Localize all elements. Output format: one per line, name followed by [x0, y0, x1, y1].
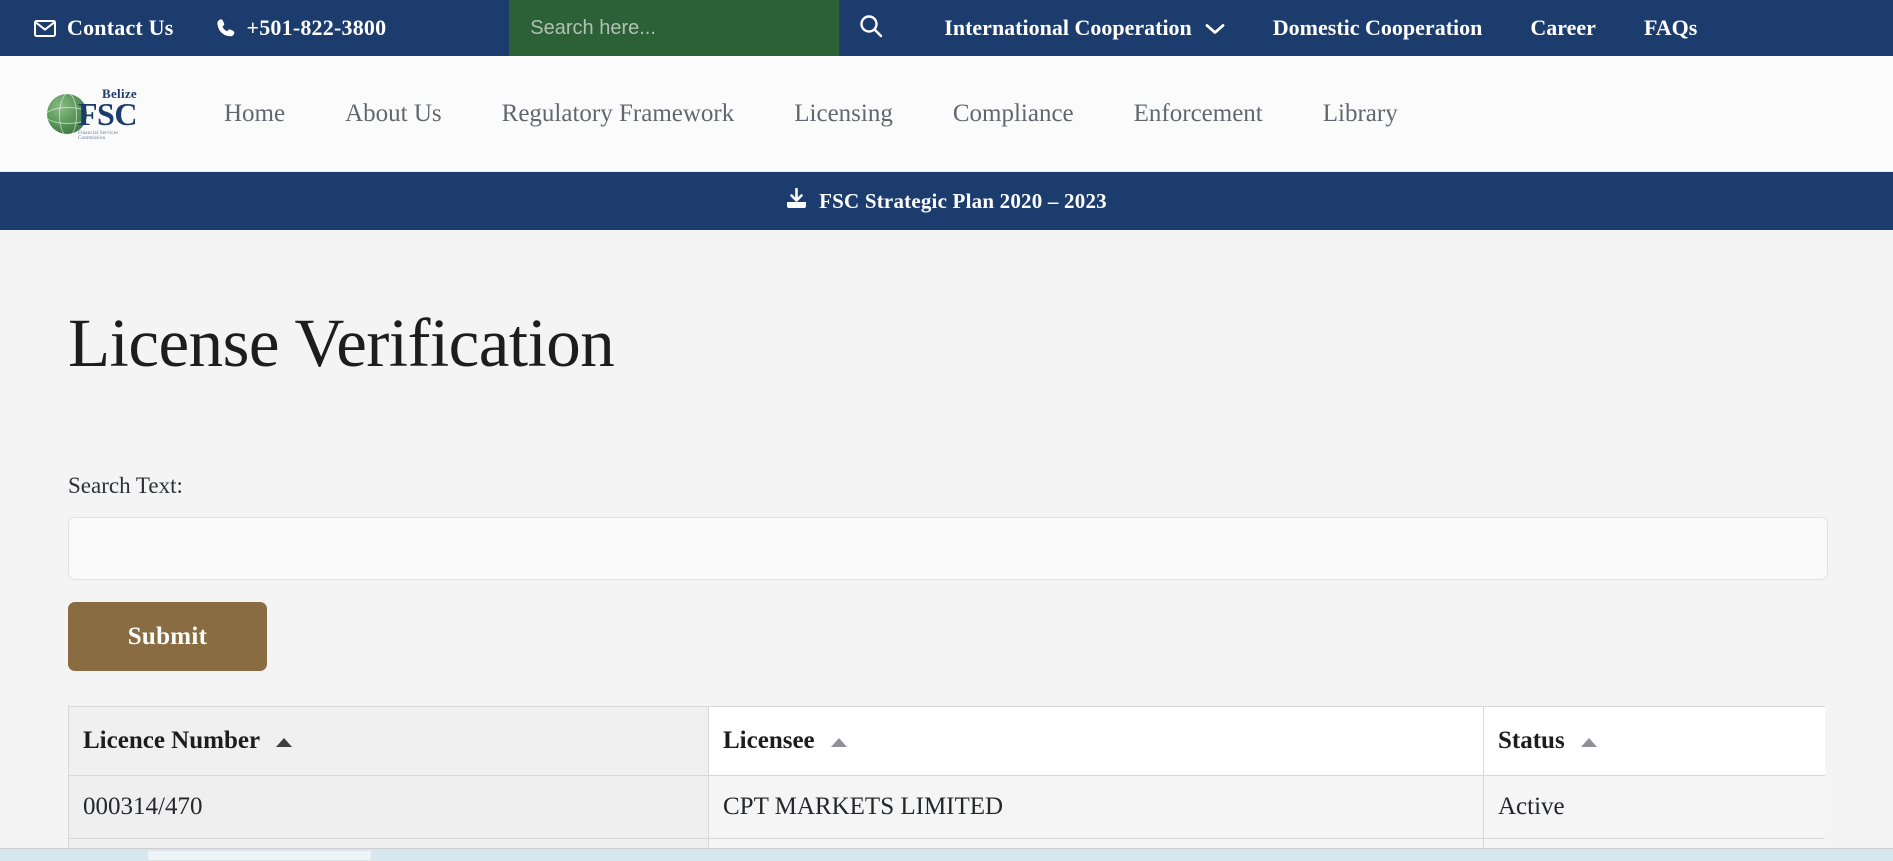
nav-item-compliance[interactable]: Compliance	[923, 100, 1104, 128]
submit-button[interactable]: Submit	[68, 602, 267, 671]
envelope-icon	[34, 19, 56, 37]
logo-tagline: Financial Services Commission	[78, 130, 119, 141]
phone-link[interactable]: +501-822-3800	[216, 15, 387, 41]
column-header-licence-number[interactable]: Licence Number	[68, 706, 709, 776]
page-content: License Verification Search Text: Submit…	[0, 230, 1893, 861]
site-search-submit-button[interactable]	[839, 0, 903, 56]
topbar-link-international-cooperation[interactable]: International Cooperation	[920, 15, 1249, 41]
top-utility-bar: Contact Us +501-822-3800 International C…	[0, 0, 1893, 56]
sort-asc-icon[interactable]	[1580, 737, 1597, 747]
contact-us-link[interactable]: Contact Us	[34, 15, 174, 41]
site-search-box[interactable]	[509, 0, 840, 56]
search-text-label: Search Text:	[68, 473, 183, 498]
sort-asc-icon[interactable]	[275, 737, 292, 747]
search-icon	[858, 13, 884, 44]
topbar-link-faqs[interactable]: FAQs	[1620, 15, 1721, 41]
column-header-label: Licensee	[723, 727, 815, 754]
nav-item-regulatory-framework[interactable]: Regulatory Framework	[472, 100, 765, 128]
nav-item-library[interactable]: Library	[1293, 100, 1428, 128]
logo-fsc-text: FSC	[78, 95, 137, 132]
license-results-table: Licence Number Licensee Status 000314/47	[68, 706, 1825, 861]
main-navigation: Home About Us Regulatory Framework Licen…	[194, 100, 1428, 128]
cell-licence-number: 000314/470	[68, 775, 709, 839]
topbar-link-label: FAQs	[1643, 15, 1698, 40]
strategic-plan-banner[interactable]: FSC Strategic Plan 2020 – 2023	[0, 172, 1893, 230]
strategic-plan-label: FSC Strategic Plan 2020 – 2023	[819, 188, 1107, 213]
topbar-link-career[interactable]: Career	[1506, 15, 1620, 41]
table-row[interactable]: 000314/470 CPT MARKETS LIMITED Active	[68, 775, 1825, 839]
search-text-input[interactable]	[68, 517, 1828, 580]
table-header-row: Licence Number Licensee Status	[68, 706, 1825, 776]
column-header-label: Status	[1498, 727, 1565, 754]
topbar-links: International Cooperation Domestic Coope…	[920, 0, 1893, 56]
scrollbar-thumb[interactable]	[148, 851, 371, 860]
column-header-licensee[interactable]: Licensee	[708, 706, 1484, 776]
site-logo[interactable]: Belize FSC Financial Services Commission	[47, 86, 142, 142]
sort-asc-icon[interactable]	[830, 737, 847, 747]
chevron-down-icon	[1205, 15, 1225, 41]
nav-item-licensing[interactable]: Licensing	[764, 100, 923, 128]
contact-us-label: Contact Us	[67, 15, 174, 40]
column-header-status[interactable]: Status	[1483, 706, 1825, 776]
column-header-label: Licence Number	[83, 727, 260, 754]
cell-status: Active	[1483, 775, 1825, 839]
topbar-link-domestic-cooperation[interactable]: Domestic Cooperation	[1249, 15, 1507, 41]
nav-item-enforcement[interactable]: Enforcement	[1104, 100, 1293, 128]
nav-item-about-us[interactable]: About Us	[315, 100, 472, 128]
page-title: License Verification	[68, 305, 615, 381]
phone-icon	[216, 18, 236, 39]
topbar-contact-group: Contact Us +501-822-3800	[0, 0, 386, 56]
topbar-link-label: International Cooperation	[944, 15, 1192, 40]
phone-label: +501-822-3800	[246, 15, 387, 40]
logo-wordmark: Belize FSC Financial Services Commission	[78, 87, 142, 141]
download-icon	[786, 187, 807, 214]
site-search-input[interactable]	[510, 16, 840, 40]
results-table-head: Licence Number Licensee Status	[68, 706, 1825, 776]
site-header: Belize FSC Financial Services Commission…	[0, 56, 1893, 172]
nav-item-home[interactable]: Home	[194, 100, 315, 128]
topbar-link-label: Career	[1530, 15, 1596, 40]
results-table-wrapper: Licence Number Licensee Status 000314/47	[68, 671, 1825, 861]
cell-licensee: CPT MARKETS LIMITED	[708, 775, 1484, 839]
topbar-link-label: Domestic Cooperation	[1272, 15, 1483, 40]
horizontal-scrollbar[interactable]	[0, 848, 1893, 861]
